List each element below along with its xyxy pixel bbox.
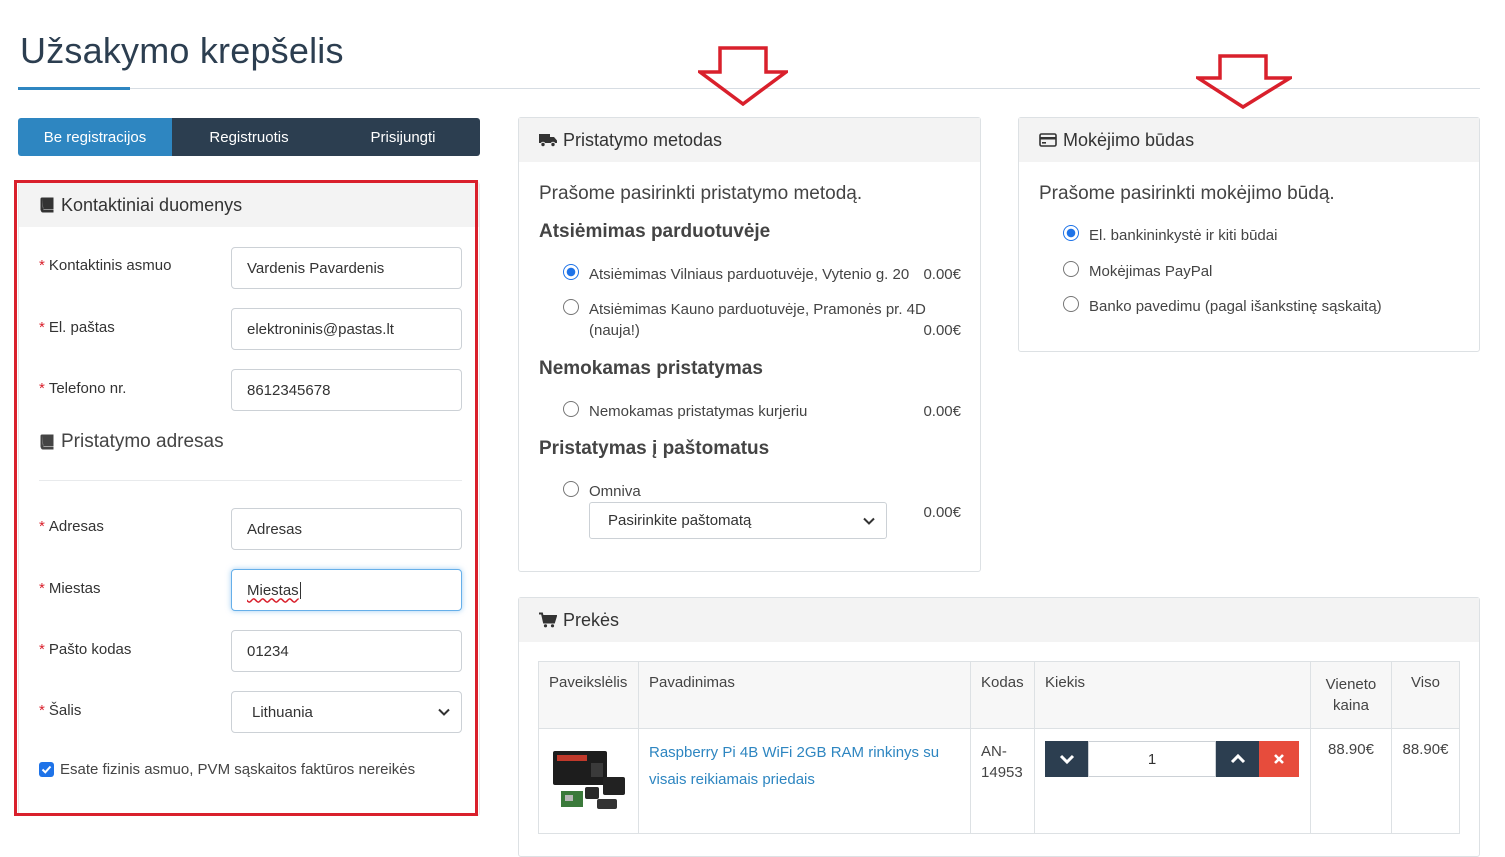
payment-option-ebank[interactable]: El. bankininkystė ir kiti būdai [1089,227,1277,244]
payment-option-paypal[interactable]: Mokėjimas PayPal [1089,263,1212,280]
chevron-down-icon [863,517,875,525]
payment-heading: Mokėjimo būdas [1063,129,1195,150]
table-header-row: Paveikslėlis Pavadinimas Kodas Kiekis Vi… [538,661,1461,729]
delivery-price-omniva: 0.00€ [923,504,961,521]
quantity-input[interactable]: 1 [1088,741,1217,777]
close-icon [1274,754,1284,764]
delivery-option-courier[interactable]: Nemokamas pristatymas kurjeriu [589,403,807,420]
checkout-mode-tabs: Be registracijos Registruotis Prisijungt… [18,118,480,156]
product-name-cell: Raspberry Pi 4B WiFi 2GB RAM rinkinys su… [637,728,972,834]
pickup-group-title: Atsiėmimas parduotuvėje [539,221,771,242]
delivery-panel: Pristatymo metodas Prašome pasirinkti pr… [518,117,981,572]
column-header-unit-price: Vieneto kaina [1310,661,1392,729]
delivery-price-vilnius: 0.00€ [923,266,961,283]
tab-register[interactable]: Registruotis [172,118,326,156]
annotation-arrow-down-icon [698,46,788,106]
product-image-cell [538,728,639,834]
column-header-total: Viso [1390,661,1461,729]
column-header-quantity: Kiekis [1034,661,1311,729]
shopping-cart-icon [539,612,557,628]
quantity-stepper: 1 [1045,741,1300,777]
products-panel-header: Prekės [519,598,1479,642]
delivery-panel-header: Pristatymo metodas [519,118,980,162]
highlight-frame [14,180,478,816]
truck-icon [539,134,557,147]
product-name-link[interactable]: Raspberry Pi 4B WiFi 2GB RAM rinkinys su… [649,744,939,788]
delivery-radio-vilnius[interactable] [563,264,579,280]
product-quantity-cell: 1 [1034,728,1311,834]
tab-login[interactable]: Prisijungti [326,118,480,156]
delivery-radio-omniva[interactable] [563,481,579,497]
increase-quantity-button[interactable] [1216,741,1260,777]
credit-card-icon [1039,133,1057,147]
remove-item-button[interactable] [1259,741,1300,777]
delivery-radio-courier[interactable] [563,401,579,417]
delivery-price-courier: 0.00€ [923,403,961,420]
page-title: Užsakymo krepšelis [20,30,344,71]
payment-radio-bank-transfer[interactable] [1063,296,1079,312]
payment-radio-paypal[interactable] [1063,261,1079,277]
delivery-option-kaunas-note: (nauja!) [589,322,640,339]
title-underline-accent [18,87,130,90]
product-code-cell: AN-14953 [970,728,1036,834]
column-header-name: Pavadinimas [637,661,972,729]
column-header-code: Kodas [970,661,1036,729]
product-unit-price-cell: 88.90€ [1310,728,1392,834]
table-row: Raspberry Pi 4B WiFi 2GB RAM rinkinys su… [538,728,1461,834]
delivery-heading: Pristatymo metodas [563,129,723,150]
delivery-lead: Prašome pasirinkti pristatymo metodą. [539,183,863,204]
payment-panel-header: Mokėjimo būdas [1019,118,1479,162]
payment-radio-ebank[interactable] [1063,225,1079,241]
payment-option-bank-transfer[interactable]: Banko pavedimu (pagal išankstinę sąskait… [1089,298,1382,315]
delivery-option-vilnius[interactable]: Atsiėmimas Vilniaus parduotuvėje, Vyteni… [589,266,909,283]
delivery-radio-kaunas[interactable] [563,299,579,315]
free-delivery-group-title: Nemokamas pristatymas [539,358,763,379]
parcel-locker-group-title: Pristatymas į paštomatus [539,438,770,459]
payment-lead: Prašome pasirinkti mokėjimo būdą. [1039,183,1335,204]
tab-guest[interactable]: Be registracijos [18,118,172,156]
chevron-up-icon [1230,753,1245,764]
chevron-down-icon [1059,754,1074,765]
parcel-locker-select[interactable]: Pasirinkite paštomatą [589,502,887,539]
annotation-arrow-down-icon [1196,54,1292,110]
products-table: Paveikslėlis Pavadinimas Kodas Kiekis Vi… [538,661,1461,834]
delivery-option-kaunas[interactable]: Atsiėmimas Kauno parduotuvėje, Pramonės … [589,301,926,318]
product-image[interactable] [547,743,629,815]
product-total-cell: 88.90€ [1390,728,1461,834]
column-header-image: Paveikslėlis [538,661,639,729]
products-heading: Prekės [563,609,620,630]
delivery-price-kaunas: 0.00€ [923,322,961,339]
decrease-quantity-button[interactable] [1045,741,1089,777]
delivery-option-omniva[interactable]: Omniva [589,483,641,500]
payment-panel: Mokėjimo būdas Prašome pasirinkti mokėji… [1018,117,1480,352]
